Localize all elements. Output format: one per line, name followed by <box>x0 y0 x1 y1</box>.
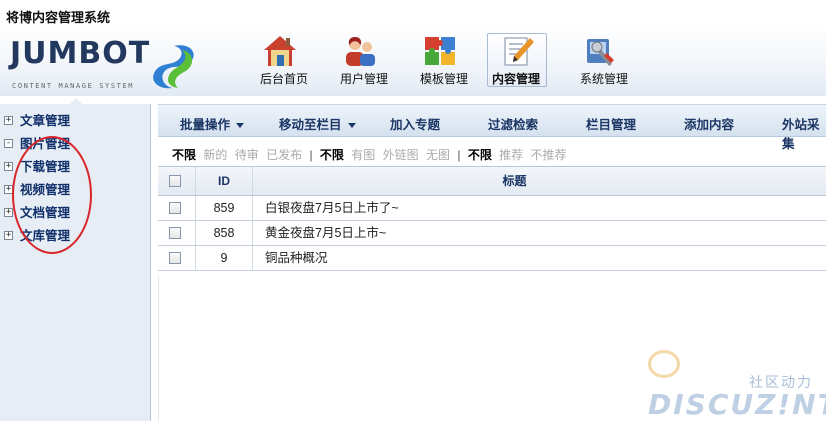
row-title[interactable]: 黄金夜盘7月5日上市~ <box>253 221 826 245</box>
table-row[interactable]: 859 白银夜盘7月5日上市了~ <box>158 196 826 221</box>
filter-recommend-all[interactable]: 不限 <box>468 148 492 162</box>
table-row[interactable]: 858 黄金夜盘7月5日上市~ <box>158 221 826 246</box>
header-id[interactable]: ID <box>196 167 253 195</box>
nav-content-label: 内容管理 <box>491 72 540 86</box>
filter-status-new[interactable]: 新的 <box>203 148 227 162</box>
watermark-main: DISCUZ!NT <box>648 388 826 421</box>
filter-recommended[interactable]: 推荐 <box>499 148 523 162</box>
logo-text: JUMBOT <box>10 36 151 71</box>
filter-search-button[interactable]: 过滤检索 <box>488 114 538 133</box>
filter-image-has[interactable]: 有图 <box>351 148 375 162</box>
row-checkbox[interactable] <box>169 202 181 214</box>
row-title[interactable]: 白银夜盘7月5日上市了~ <box>253 196 826 220</box>
expand-icon[interactable]: + <box>4 231 13 240</box>
edit-document-icon <box>504 37 534 66</box>
house-icon <box>264 36 296 66</box>
row-id: 859 <box>196 196 253 220</box>
filter-image-external[interactable]: 外链图 <box>383 148 419 162</box>
external-collect-button[interactable]: 外站采集 <box>782 114 826 152</box>
logo: JUMBOT CONTENT MANAGE SYSTEM <box>10 36 195 96</box>
row-check-cell <box>158 221 196 245</box>
expand-icon[interactable]: + <box>4 116 13 125</box>
main-nav: 后台首页 用户管理 模板管理 内容管理 系统管理 <box>244 26 644 96</box>
nav-users-label: 用户管理 <box>339 72 388 86</box>
table-row[interactable]: 9 铜品种概况 <box>158 246 826 271</box>
header: JUMBOT CONTENT MANAGE SYSTEM 后台首页 用户管理 模… <box>0 26 826 96</box>
batch-ops-button[interactable]: 批量操作 <box>180 114 245 133</box>
add-content-button[interactable]: 添加内容 <box>684 114 734 133</box>
nav-system-label: 系统管理 <box>579 72 628 86</box>
sidebar-pointer <box>70 98 82 104</box>
watermark: 社区动力 DISCUZ!NT <box>644 350 826 421</box>
filter-status-pending[interactable]: 待审 <box>235 148 259 162</box>
expand-icon[interactable]: + <box>4 208 13 217</box>
row-id: 9 <box>196 246 253 270</box>
annotation-circle <box>12 136 92 254</box>
filter-status-all[interactable]: 不限 <box>172 148 196 162</box>
content-left-border <box>158 276 159 421</box>
header-title[interactable]: 标题 <box>253 167 826 195</box>
table-header: ID 标题 <box>158 167 826 196</box>
row-id: 858 <box>196 221 253 245</box>
header-check-cell <box>158 167 196 195</box>
sidebar-item-label[interactable]: 文章管理 <box>20 114 70 128</box>
logo-swirl-icon <box>153 45 194 89</box>
chevron-down-icon <box>347 123 356 129</box>
nav-system[interactable]: 系统管理 <box>564 26 644 90</box>
filter-not-recommended[interactable]: 不推荐 <box>531 148 567 162</box>
users-icon <box>346 37 375 66</box>
splitter[interactable] <box>151 104 158 421</box>
row-check-cell <box>158 196 196 220</box>
move-to-column-button[interactable]: 移动至栏目 <box>279 114 356 133</box>
expand-icon[interactable]: + <box>4 162 13 171</box>
filter-image-none[interactable]: 无图 <box>426 148 450 162</box>
nav-home[interactable]: 后台首页 <box>244 26 324 90</box>
column-manage-button[interactable]: 栏目管理 <box>586 114 636 133</box>
speech-bubble-icon <box>648 350 680 378</box>
puzzle-icon <box>425 37 455 65</box>
filter-bar: 不限 新的 待审 已发布 | 不限 有图 外链图 无图 | 不限 推荐 不推荐 <box>172 146 571 163</box>
nav-templates[interactable]: 模板管理 <box>404 26 484 90</box>
nav-users[interactable]: 用户管理 <box>324 26 404 90</box>
filter-image-all[interactable]: 不限 <box>320 148 344 162</box>
filter-separator: | <box>457 148 461 162</box>
collapse-icon[interactable]: - <box>4 139 13 148</box>
logo-subtitle: CONTENT MANAGE SYSTEM <box>12 82 135 90</box>
row-checkbox[interactable] <box>169 252 181 264</box>
app-title: 将博内容管理系统 <box>6 10 111 25</box>
nav-home-label: 后台首页 <box>259 72 308 86</box>
action-toolbar: 批量操作 移动至栏目 加入专题 过滤检索 栏目管理 添加内容 外站采集 <box>158 104 826 151</box>
chevron-down-icon <box>236 123 245 129</box>
tools-icon <box>587 39 614 66</box>
select-all-checkbox[interactable] <box>169 175 181 187</box>
add-to-topic-button[interactable]: 加入专题 <box>390 114 440 133</box>
row-check-cell <box>158 246 196 270</box>
row-checkbox[interactable] <box>169 227 181 239</box>
filter-separator: | <box>309 148 313 162</box>
filter-status-published[interactable]: 已发布 <box>266 148 302 162</box>
row-title[interactable]: 铜品种概况 <box>253 246 826 270</box>
sidebar-item-articles[interactable]: + 文章管理 <box>4 114 70 137</box>
content-table: ID 标题 859 白银夜盘7月5日上市了~ 858 黄金夜盘7月5日上市~ 9… <box>158 166 826 271</box>
nav-content[interactable]: 内容管理 <box>484 26 564 90</box>
nav-templates-label: 模板管理 <box>419 72 468 86</box>
